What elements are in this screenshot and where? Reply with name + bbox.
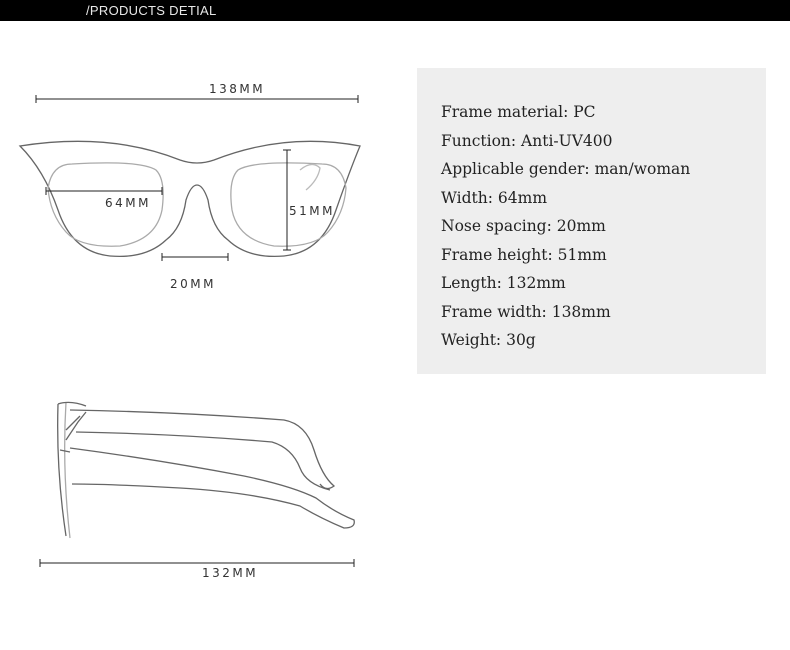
spec-nose-spacing: Nose spacing: 20mm [441,217,606,235]
total-width-label: 138MM [209,82,266,96]
total-width-dimension-line [35,95,359,103]
lens-height-label: 51MM [289,204,335,218]
lens-width-dimension-line [45,187,163,195]
temple-length-dimension-line [39,559,355,567]
lens-width-label: 64MM [105,196,151,210]
temple-length-label: 132MM [202,566,259,580]
bridge-dimension-line [161,253,229,261]
spec-width: Width: 64mm [441,188,548,207]
spec-list: Frame material: PC Function: Anti-UV400 … [441,98,690,355]
spec-length: Length: 132mm [441,274,566,292]
spec-weight: Weight: 30g [441,331,536,349]
spec-frame-height: Frame height: 51mm [441,245,607,264]
bridge-width-label: 20MM [170,277,216,291]
spec-frame-material: Frame material: PC [441,103,596,121]
spec-gender: Applicable gender: man/woman [441,160,691,178]
lens-height-dimension-line [283,149,291,251]
spec-panel: Frame material: PC Function: Anti-UV400 … [417,68,766,374]
spec-frame-width: Frame width: 138mm [441,302,611,321]
spec-function: Function: Anti-UV400 [441,131,613,150]
glasses-side-outline [57,401,355,539]
glasses-front-outline [18,140,361,258]
